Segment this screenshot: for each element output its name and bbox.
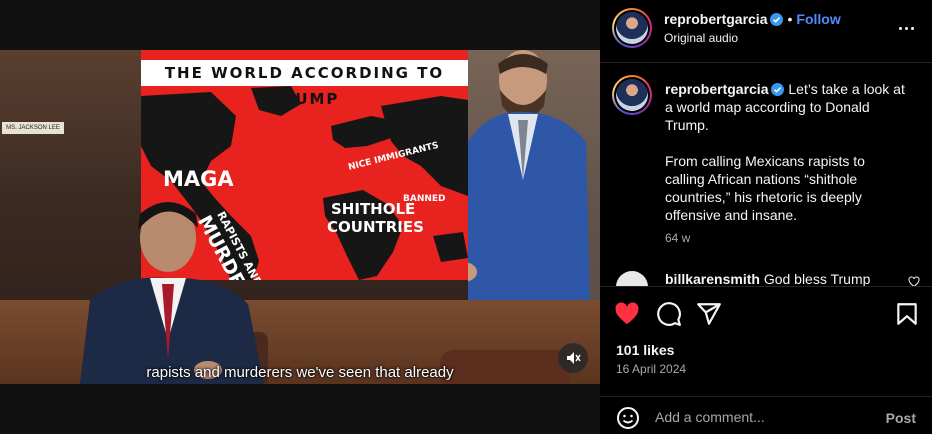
comment-item: billkarensmith God bless Trump (600, 268, 932, 286)
header-username[interactable]: reprobertgarcia (664, 11, 767, 27)
mute-button[interactable] (558, 343, 588, 373)
post-sidebar: reprobertgarcia • Follow Original audio re… (600, 0, 932, 434)
map-label-shithole: SHITHOLE (331, 200, 415, 218)
caption-paragraph: reprobertgarcia Let’s take a look at a w… (665, 80, 905, 134)
post-date: 16 April 2024 (616, 362, 687, 376)
post-header: reprobertgarcia • Follow Original audio (600, 0, 932, 63)
comment-username[interactable]: billkarensmith (665, 271, 760, 286)
post-age[interactable]: 64 w (665, 231, 690, 245)
post-comment-button[interactable]: Post (886, 410, 916, 426)
avatar[interactable] (612, 75, 652, 115)
separator-dot: • (787, 11, 793, 27)
comment-body: God bless Trump (763, 271, 871, 286)
follow-button[interactable]: Follow (796, 11, 840, 27)
poster-banner: THE WORLD ACCORDING TO TRUMP (141, 60, 468, 108)
add-comment-bar: Post (600, 396, 932, 434)
comment-icon[interactable] (656, 301, 682, 327)
map-label-maga: MAGA (163, 167, 234, 191)
caption-paragraph: From calling Mexicans rapists to calling… (665, 153, 865, 223)
audio-label[interactable]: Original audio (664, 31, 738, 45)
video-subtitle: rapists and murderers we've seen that al… (146, 364, 454, 381)
post-actions (600, 286, 932, 342)
speaker-muted-icon (567, 352, 581, 364)
share-icon[interactable] (696, 301, 722, 327)
like-count[interactable]: 101 likes (616, 342, 674, 358)
header-userline: reprobertgarcia • Follow (664, 11, 841, 27)
nameplate: MS. JACKSON LEE (2, 122, 64, 134)
avatar[interactable] (612, 8, 652, 48)
seated-man (80, 202, 264, 384)
bookmark-icon[interactable] (894, 301, 920, 327)
verified-badge-icon (771, 83, 785, 96)
verified-badge-icon (770, 13, 784, 26)
comment-like-icon[interactable] (908, 276, 920, 286)
caption-username[interactable]: reprobertgarcia (665, 81, 768, 97)
caption-body: reprobertgarcia Let’s take a look at a w… (665, 80, 905, 242)
comment-text: billkarensmith God bless Trump (665, 271, 870, 286)
video-player[interactable]: MS. JACKSON LEE THE WORLD ACCORDING TO T… (0, 50, 600, 384)
map-label-countries: COUNTRIES (327, 218, 424, 236)
more-options-icon[interactable] (896, 18, 916, 38)
like-heart-icon[interactable] (614, 301, 640, 327)
emoji-icon[interactable] (616, 406, 640, 430)
comment-input[interactable] (655, 405, 870, 429)
commenter-avatar[interactable] (616, 271, 648, 286)
post-media: MS. JACKSON LEE THE WORLD ACCORDING TO T… (0, 0, 600, 434)
